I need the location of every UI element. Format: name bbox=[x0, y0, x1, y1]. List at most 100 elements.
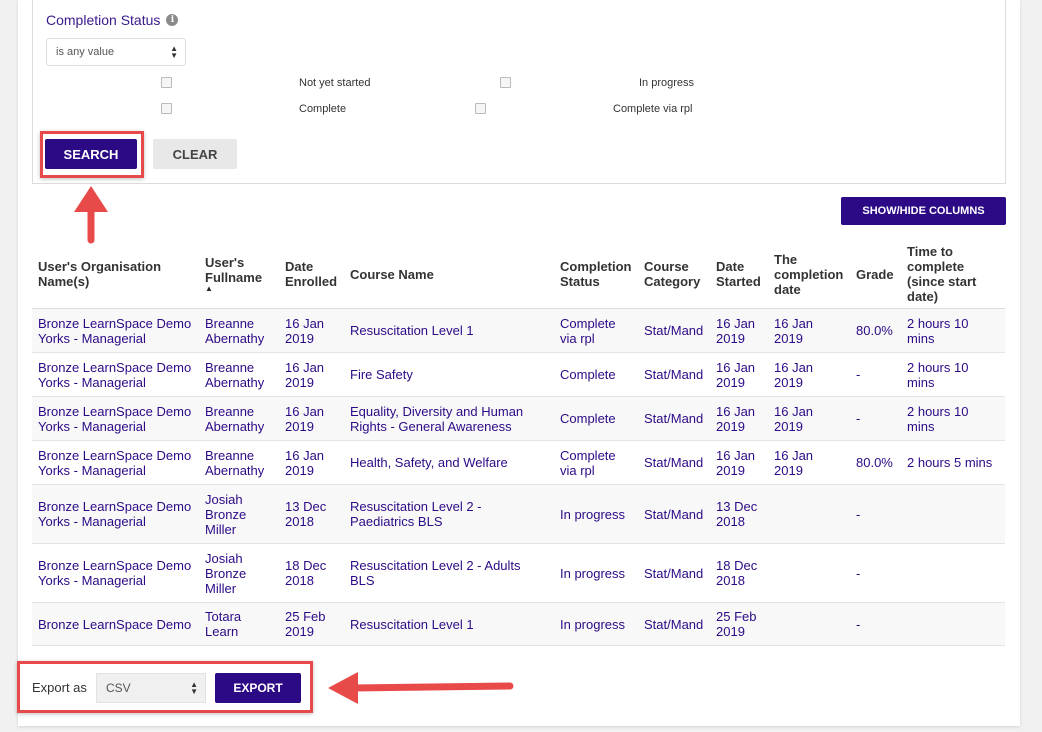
cell-course-category: Stat/Mand bbox=[638, 352, 710, 397]
cell-date-started: 16 Jan 2019 bbox=[710, 396, 768, 441]
cell-time-to-complete: 2 hours 10 mins bbox=[901, 396, 1005, 441]
cell-course-category: Stat/Mand bbox=[638, 396, 710, 441]
checkbox-complete[interactable] bbox=[161, 103, 172, 114]
cell-fullname[interactable]: Breanne Abernathy bbox=[199, 396, 279, 441]
select-arrows-icon: ▲ ▼ bbox=[170, 44, 178, 60]
column-header-label: Course Category bbox=[644, 259, 701, 289]
cell-completion-status: In progress bbox=[554, 484, 638, 544]
export-highlight-box bbox=[17, 661, 313, 713]
column-header-course-name[interactable]: Course Name bbox=[344, 240, 554, 309]
show-hide-columns-button[interactable]: SHOW/HIDE COLUMNS bbox=[841, 197, 1006, 225]
checkbox-complete-via-rpl[interactable] bbox=[475, 103, 486, 114]
cell-date-started: 25 Feb 2019 bbox=[710, 602, 768, 646]
table-row: Bronze LearnSpace Demo Yorks - Manageria… bbox=[32, 308, 1005, 353]
cell-time-to-complete: 2 hours 10 mins bbox=[901, 308, 1005, 353]
table-row: Bronze LearnSpace Demo Yorks - Manageria… bbox=[32, 352, 1005, 397]
cell-course-name[interactable]: Fire Safety bbox=[344, 352, 554, 397]
cell-completion-status: Complete via rpl bbox=[554, 308, 638, 353]
cell-fullname[interactable]: Josiah Bronze Miller bbox=[199, 543, 279, 603]
cell-course-category: Stat/Mand bbox=[638, 602, 710, 646]
checkbox-in-progress[interactable] bbox=[500, 77, 511, 88]
cell-course-category: Stat/Mand bbox=[638, 308, 710, 353]
report-table: User's Organisation Name(s) User's Fulln… bbox=[32, 240, 1005, 646]
column-header-date-enrolled[interactable]: Date Enrolled bbox=[279, 240, 344, 309]
column-header-label: User's Fullname bbox=[205, 255, 263, 285]
option-label-complete-via-rpl: Complete via rpl bbox=[613, 103, 693, 115]
cell-course-category: Stat/Mand bbox=[638, 543, 710, 603]
column-header-completion-status[interactable]: Completion Status bbox=[554, 240, 638, 309]
cell-fullname[interactable]: Totara Learn bbox=[199, 602, 279, 646]
cell-completion-status: In progress bbox=[554, 543, 638, 603]
clear-button[interactable]: CLEAR bbox=[153, 139, 237, 169]
cell-fullname[interactable]: Josiah Bronze Miller bbox=[199, 484, 279, 544]
filter-operator-select[interactable]: is any value ▲ ▼ bbox=[46, 38, 186, 66]
table-row: Bronze LearnSpace Demo Yorks - Manageria… bbox=[32, 440, 1005, 485]
column-header-label: Date Started bbox=[716, 259, 761, 289]
column-header-label: Grade bbox=[856, 266, 894, 282]
table-row: Bronze LearnSpace Demo Yorks - Manageria… bbox=[32, 484, 1005, 544]
option-label-complete: Complete bbox=[299, 103, 347, 115]
cell-organisation: Bronze LearnSpace Demo Yorks - Manageria… bbox=[32, 308, 199, 353]
cell-fullname[interactable]: Breanne Abernathy bbox=[199, 440, 279, 485]
cell-date-enrolled: 13 Dec 2018 bbox=[279, 484, 344, 544]
column-header-label: Time to complete (since start date) bbox=[907, 244, 977, 304]
cell-time-to-complete: 2 hours 5 mins bbox=[901, 440, 1005, 485]
filter-operator-value: is any value bbox=[56, 46, 115, 58]
cell-completion-date: 16 Jan 2019 bbox=[768, 352, 850, 397]
cell-date-started: 16 Jan 2019 bbox=[710, 352, 768, 397]
cell-completion-date bbox=[768, 484, 850, 544]
cell-grade: 80.0% bbox=[850, 440, 901, 485]
cell-course-name[interactable]: Resuscitation Level 2 - Adults BLS bbox=[344, 543, 554, 603]
cell-date-started: 13 Dec 2018 bbox=[710, 484, 768, 544]
cell-completion-date: 16 Jan 2019 bbox=[768, 308, 850, 353]
cell-grade: - bbox=[850, 484, 901, 544]
column-header-date-started[interactable]: Date Started bbox=[710, 240, 768, 309]
column-header-label: The completion date bbox=[774, 251, 844, 297]
column-header-fullname[interactable]: User's Fullname ▲ bbox=[199, 240, 279, 309]
column-header-label: User's Organisation Name(s) bbox=[38, 259, 162, 289]
cell-grade: - bbox=[850, 602, 901, 646]
cell-organisation: Bronze LearnSpace Demo Yorks - Manageria… bbox=[32, 543, 199, 603]
filter-panel: Completion Status i is any value ▲ ▼ Not … bbox=[32, 0, 1006, 184]
cell-fullname[interactable]: Breanne Abernathy bbox=[199, 352, 279, 397]
cell-date-started: 16 Jan 2019 bbox=[710, 440, 768, 485]
cell-course-name[interactable]: Resuscitation Level 1 bbox=[344, 308, 554, 353]
checkbox-not-yet-started[interactable] bbox=[161, 77, 172, 88]
info-icon[interactable]: i bbox=[166, 14, 179, 26]
completion-status-filter-label: Completion Status i bbox=[46, 12, 179, 28]
cell-course-name[interactable]: Resuscitation Level 2 - Paediatrics BLS bbox=[344, 484, 554, 544]
cell-organisation: Bronze LearnSpace Demo bbox=[32, 602, 199, 646]
cell-completion-status: Complete via rpl bbox=[554, 440, 638, 485]
up-arrow-icon bbox=[74, 186, 108, 244]
column-header-completion-date[interactable]: The completion date bbox=[768, 240, 850, 309]
column-header-organisation[interactable]: User's Organisation Name(s) bbox=[32, 240, 199, 309]
cell-date-enrolled: 16 Jan 2019 bbox=[279, 308, 344, 353]
cell-date-started: 16 Jan 2019 bbox=[710, 308, 768, 353]
left-arrow-icon bbox=[328, 672, 514, 704]
cell-course-name[interactable]: Resuscitation Level 1 bbox=[344, 602, 554, 646]
cell-time-to-complete: 2 hours 10 mins bbox=[901, 352, 1005, 397]
report-table-body: Bronze LearnSpace Demo Yorks - Manageria… bbox=[32, 308, 1005, 646]
cell-grade: - bbox=[850, 543, 901, 603]
cell-grade: - bbox=[850, 396, 901, 441]
cell-course-name[interactable]: Health, Safety, and Welfare bbox=[344, 440, 554, 485]
table-header-row: User's Organisation Name(s) User's Fulln… bbox=[32, 240, 1005, 309]
column-header-time-to-complete[interactable]: Time to complete (since start date) bbox=[901, 240, 1005, 309]
cell-date-started: 18 Dec 2018 bbox=[710, 543, 768, 603]
cell-grade: 80.0% bbox=[850, 308, 901, 353]
cell-date-enrolled: 25 Feb 2019 bbox=[279, 602, 344, 646]
cell-time-to-complete bbox=[901, 484, 1005, 544]
filter-label-text: Completion Status bbox=[46, 12, 161, 28]
cell-date-enrolled: 16 Jan 2019 bbox=[279, 440, 344, 485]
option-label-not-yet-started: Not yet started bbox=[299, 77, 371, 89]
cell-date-enrolled: 16 Jan 2019 bbox=[279, 396, 344, 441]
column-header-grade[interactable]: Grade bbox=[850, 240, 901, 309]
cell-fullname[interactable]: Breanne Abernathy bbox=[199, 308, 279, 353]
option-label-in-progress: In progress bbox=[639, 77, 695, 89]
column-header-label: Date Enrolled bbox=[285, 259, 338, 289]
cell-course-name[interactable]: Equality, Diversity and Human Rights - G… bbox=[344, 396, 554, 441]
cell-completion-status: Complete bbox=[554, 396, 638, 441]
cell-time-to-complete bbox=[901, 543, 1005, 603]
cell-organisation: Bronze LearnSpace Demo Yorks - Manageria… bbox=[32, 396, 199, 441]
column-header-course-category[interactable]: Course Category bbox=[638, 240, 710, 309]
